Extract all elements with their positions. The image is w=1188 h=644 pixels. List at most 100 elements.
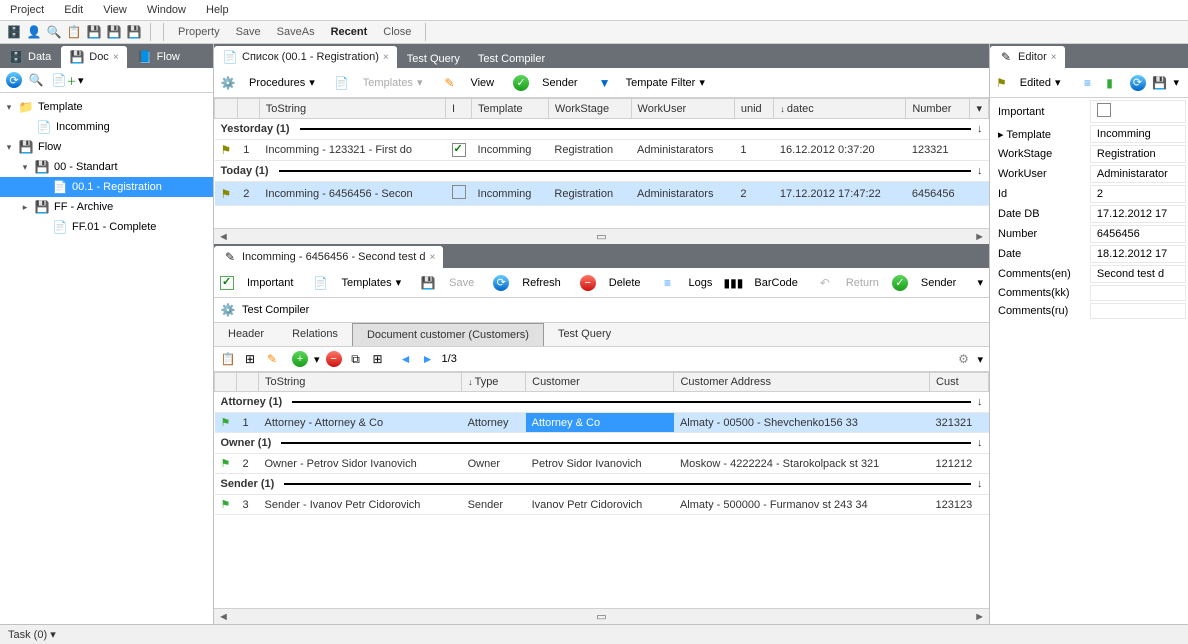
col-i[interactable]: I — [446, 99, 472, 119]
sort-icon[interactable]: ≡ — [1080, 75, 1096, 91]
prop-value[interactable]: Administarator — [1090, 165, 1186, 183]
expander-icon[interactable]: ▾ — [20, 162, 30, 173]
next-icon[interactable]: ► — [420, 351, 436, 367]
group-today[interactable]: Today (1)↓ — [215, 161, 989, 182]
col-number[interactable]: Number — [906, 99, 970, 119]
col-tostring[interactable]: ToString — [259, 99, 445, 119]
check-icon[interactable]: ✓ — [892, 275, 908, 291]
table-row[interactable]: ⚑2 Owner - Petrov Sidor Ivanovich Owner … — [215, 454, 989, 474]
tree-template[interactable]: ▾📁Template — [0, 97, 213, 117]
menu-window[interactable]: Window — [147, 4, 186, 16]
close-icon[interactable]: × — [113, 52, 119, 63]
expander-icon[interactable]: ▾ — [4, 142, 14, 153]
prop-value[interactable]: Incomming — [1090, 125, 1186, 143]
col-cust[interactable]: Cust — [930, 373, 989, 392]
refresh-icon[interactable]: ⟳ — [1130, 75, 1146, 91]
scrollbar[interactable]: ◄▭► — [214, 608, 989, 624]
table-row[interactable]: ⚑ 2 Incomming - 6456456 - Secon Incommin… — [215, 182, 989, 206]
subtab-customers[interactable]: Document customer (Customers) — [352, 323, 544, 346]
search-icon[interactable]: 🔍 — [28, 72, 44, 88]
close-button[interactable]: Close — [383, 26, 411, 38]
important-button[interactable]: Important — [240, 273, 300, 293]
menu-project[interactable]: Project — [10, 4, 44, 16]
menu-edit[interactable]: Edit — [64, 4, 83, 16]
checkbox[interactable] — [1097, 103, 1111, 117]
refresh-icon[interactable]: ⟳ — [493, 275, 509, 291]
prop-value[interactable]: 2 — [1090, 185, 1186, 203]
delete-icon[interactable]: − — [580, 275, 596, 291]
col-template[interactable]: Template — [472, 99, 549, 119]
tempate-filter-button[interactable]: Tempate Filter▾ — [619, 72, 712, 93]
chevron-down-icon[interactable]: ▾ — [977, 353, 983, 366]
edited-button[interactable]: Edited▾ — [1013, 72, 1068, 93]
tree-flow[interactable]: ▾💾Flow — [0, 137, 213, 157]
prop-value[interactable]: Second test d — [1090, 265, 1186, 283]
checkbox-icon[interactable] — [452, 185, 466, 199]
chevron-down-icon[interactable]: ▾ — [977, 276, 983, 289]
filter-icon[interactable]: ▼ — [597, 75, 613, 91]
prop-value[interactable]: 18.12.2012 17 — [1090, 245, 1186, 263]
bars-icon[interactable]: ▮ — [1102, 75, 1118, 91]
close-icon[interactable]: × — [1051, 52, 1057, 63]
refresh-button[interactable]: Refresh — [515, 273, 568, 293]
col-datec[interactable]: datec — [774, 99, 906, 119]
chevron-down-icon[interactable]: ▾ — [50, 629, 56, 641]
templates-button[interactable]: Templates▾ — [334, 272, 408, 293]
pencil-icon[interactable]: ✎ — [264, 351, 280, 367]
col-unid[interactable]: unid — [734, 99, 773, 119]
down-icon[interactable]: ↓ — [977, 437, 983, 449]
tree-standart[interactable]: ▾💾00 - Standart — [0, 157, 213, 177]
form-icon[interactable]: 📋 — [220, 351, 236, 367]
tree-archive[interactable]: ▸💾FF - Archive — [0, 197, 213, 217]
user-icon[interactable]: 👤 — [26, 24, 42, 40]
prop-value[interactable] — [1090, 285, 1186, 301]
table-icon[interactable]: ⊞ — [370, 351, 386, 367]
disk2-icon[interactable]: 💾 — [126, 24, 142, 40]
flag-icon[interactable]: ⚑ — [996, 76, 1007, 90]
chevron-down-icon[interactable]: ▾ — [78, 74, 84, 87]
scrollbar[interactable]: ◄▭► — [214, 228, 989, 244]
doc-icon[interactable]: 📄 — [334, 75, 350, 91]
logs-icon[interactable]: ≡ — [660, 275, 676, 291]
tree-registration[interactable]: 📄00.1 - Registration — [0, 177, 213, 197]
tab-doc[interactable]: 💾Doc× — [61, 46, 126, 68]
table-row[interactable]: ⚑1 Attorney - Attorney & Co Attorney Att… — [215, 413, 989, 433]
compiler-label[interactable]: Test Compiler — [242, 304, 309, 316]
tab-list[interactable]: 📄Список (00.1 - Registration)× — [214, 46, 397, 68]
sender-button[interactable]: Sender — [535, 73, 584, 93]
copy-icon[interactable]: 📋 — [66, 24, 82, 40]
expander-icon[interactable]: ▸ — [20, 202, 30, 213]
barcode-icon[interactable]: ▮▮▮ — [725, 275, 741, 291]
add-doc-icon[interactable]: 📄＋ — [56, 72, 72, 88]
expander-icon[interactable]: ▾ — [4, 102, 14, 113]
col-workstage[interactable]: WorkStage — [548, 99, 631, 119]
prop-value[interactable] — [1090, 303, 1186, 319]
down-icon[interactable]: ↓ — [977, 396, 983, 408]
chevron-down-icon[interactable]: ▾ — [1174, 76, 1180, 89]
saveas-button[interactable]: SaveAs — [277, 26, 315, 38]
checkbox-icon[interactable] — [452, 143, 466, 157]
db-icon[interactable]: 🗄️ — [6, 24, 22, 40]
sender-button[interactable]: Sender — [914, 273, 963, 293]
tab-flow[interactable]: 📘Flow — [129, 46, 188, 68]
gear-icon[interactable]: ⚙️ — [220, 302, 236, 318]
menu-view[interactable]: View — [103, 4, 127, 16]
templates-button[interactable]: Templates▾ — [356, 72, 430, 93]
important-check[interactable] — [220, 276, 234, 290]
procedures-button[interactable]: Procedures▾ — [242, 72, 322, 93]
property-button[interactable]: Property — [178, 26, 220, 38]
search-icon[interactable]: 🔍 — [46, 24, 62, 40]
subtab-header[interactable]: Header — [214, 323, 278, 346]
menu-help[interactable]: Help — [206, 4, 229, 16]
tab-data[interactable]: 🗄️Data — [0, 46, 59, 68]
check-icon[interactable]: ✓ — [513, 75, 529, 91]
grid-icon[interactable]: ⊞ — [242, 351, 258, 367]
logs-button[interactable]: Logs — [682, 273, 720, 293]
refresh-icon[interactable]: ⟳ — [6, 72, 22, 88]
prev-icon[interactable]: ◄ — [398, 351, 414, 367]
tree-complete[interactable]: 📄FF.01 - Complete — [0, 217, 213, 237]
tab-testcompiler[interactable]: Test Compiler — [470, 50, 553, 68]
disk-icon[interactable]: 💾 — [86, 24, 102, 40]
barcode-button[interactable]: BarCode — [747, 273, 804, 293]
close-icon[interactable]: × — [383, 52, 389, 63]
